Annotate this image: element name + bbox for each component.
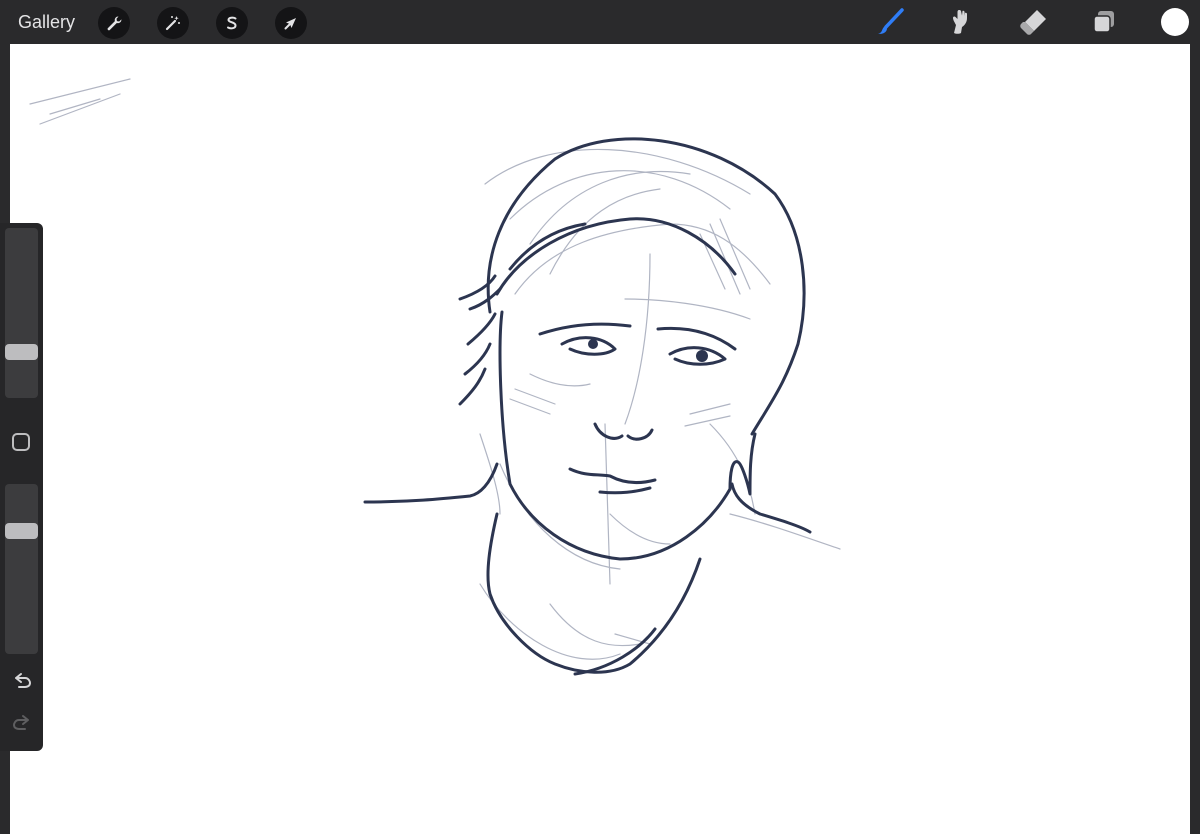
opacity-thumb[interactable] [5, 523, 38, 539]
face-sketch [29, 78, 841, 676]
wrench-icon [107, 16, 122, 31]
eraser-tool-button[interactable] [1017, 6, 1049, 38]
gallery-button[interactable]: Gallery [18, 11, 75, 33]
eraser-icon [1020, 10, 1046, 35]
modify-button[interactable] [12, 433, 30, 451]
redo-button[interactable] [10, 711, 34, 735]
drawing-canvas[interactable] [10, 44, 1190, 834]
color-picker-swatch[interactable] [1161, 8, 1189, 36]
transform-button[interactable] [275, 7, 307, 39]
top-toolbar: Gallery [0, 0, 1200, 44]
adjustments-button[interactable] [157, 7, 189, 39]
smudge-tool-button[interactable] [945, 6, 977, 38]
undo-icon [15, 673, 31, 688]
arrow-cursor-icon [284, 18, 296, 30]
brush-icon [878, 8, 904, 34]
redo-icon [13, 715, 29, 730]
opacity-slider[interactable] [5, 484, 38, 654]
selection-button[interactable] [216, 7, 248, 39]
brush-size-thumb[interactable] [5, 344, 38, 360]
selection-s-icon [227, 16, 237, 30]
construction-lines [29, 78, 841, 660]
smudge-icon [953, 10, 967, 34]
undo-button[interactable] [10, 669, 34, 693]
brush-size-slider[interactable] [5, 228, 38, 398]
layers-button[interactable] [1088, 6, 1120, 38]
left-sidebar [0, 223, 43, 751]
magic-wand-icon [165, 16, 180, 31]
actions-button[interactable] [98, 7, 130, 39]
ink-lines [363, 137, 812, 676]
layers-icon [1093, 11, 1114, 33]
brush-tool-button[interactable] [875, 6, 907, 38]
